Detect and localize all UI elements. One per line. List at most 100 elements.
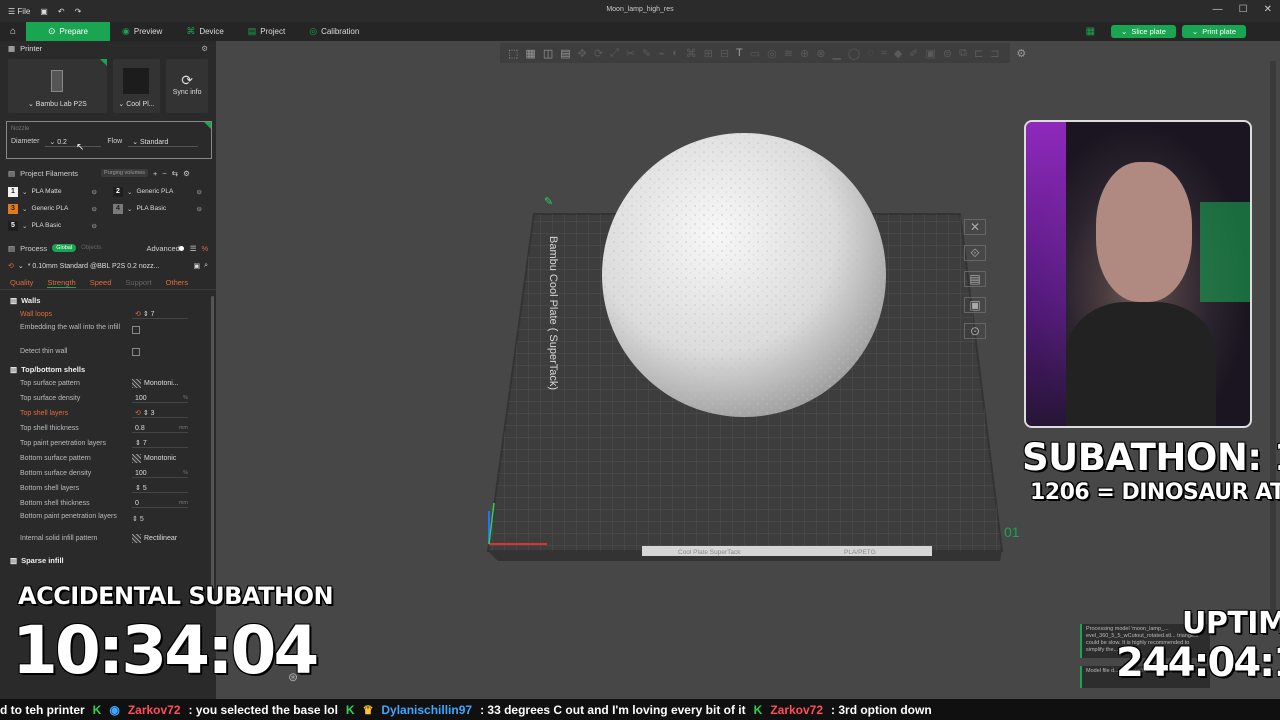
advanced-label: Advanced [146, 243, 180, 253]
shell-row-label: Internal solid infill pattern [20, 535, 98, 542]
detect-thin-wall-row: Detect thin wall [0, 344, 216, 359]
save-preset-icon[interactable]: ▣ [193, 262, 200, 270]
uptime-value: 244:04:18 [1116, 640, 1280, 686]
shell-input[interactable]: ⇕ 5 [132, 515, 144, 523]
print-plate-label: Print plate [1202, 27, 1236, 36]
tab-strength[interactable]: Strength [47, 278, 76, 288]
shell-input[interactable]: 0 mm [132, 500, 188, 508]
printer-selector[interactable]: ⌄ Bambu Lab P2S [8, 59, 107, 113]
project-icon: ▤ [247, 26, 257, 36]
slice-plate-button[interactable]: ⌄ Slice plate [1111, 25, 1176, 38]
pattern-select[interactable]: Rectilinear [132, 534, 177, 543]
tab-calibration[interactable]: ◎ Calibration [297, 22, 371, 41]
pattern-select[interactable]: Monotonic [132, 454, 176, 463]
filament-name: PLA Matte [31, 188, 62, 195]
compare-icon[interactable]: % [202, 244, 209, 253]
filament-number: 5 [8, 220, 18, 231]
filament-item-3[interactable]: 3 ⌄ Generic PLA ⊖ [8, 202, 113, 215]
filaments-header: ▤ Project Filaments Purging volumes + − … [0, 159, 216, 181]
flow-select[interactable]: ⌄ Standard [128, 138, 199, 147]
tab-quality[interactable]: Quality [10, 278, 33, 287]
objects-toggle[interactable]: Objects [81, 245, 101, 251]
file-menu-label: File [17, 6, 31, 16]
filaments-label: Project Filaments [20, 168, 79, 178]
pattern-select[interactable]: Monotoni... [132, 379, 179, 388]
shell-input[interactable]: 0.8 mm [132, 425, 188, 433]
purging-volumes-button[interactable]: Purging volumes [101, 169, 148, 177]
subathon-goal: 1206 = DINOSAUR AT DH [1030, 480, 1280, 505]
sync-info-button[interactable]: ⟳ Sync info [166, 59, 208, 113]
emote-icon: K [92, 702, 102, 717]
maximize-button[interactable]: ☐ [1239, 4, 1248, 15]
process-preset-select[interactable]: ⟲ ⌄ * 0.10mm Standard @BBL P2S 0.2 nozz.… [0, 256, 216, 276]
delete-plate-icon[interactable]: ✕ [964, 219, 986, 235]
plate-settings-icon[interactable]: ⊙ [964, 323, 986, 339]
remove-icon[interactable]: ⊖ [91, 205, 96, 213]
global-toggle[interactable]: Global [52, 244, 77, 252]
layout-icon[interactable]: ▦ [1086, 26, 1095, 37]
remove-filament-icon[interactable]: − [162, 169, 166, 178]
sparse-icon: ▥ [10, 556, 18, 565]
filament-item-5[interactable]: 5 ⌄ PLA Basic ⊖ [8, 219, 113, 232]
viewport-scrollbar[interactable] [1270, 61, 1276, 621]
plate-number: 01 [1004, 524, 1020, 540]
save-icon[interactable]: ▣ [40, 7, 48, 16]
tab-others[interactable]: Others [166, 278, 189, 287]
tab-support[interactable]: Support [125, 278, 151, 287]
tab-device[interactable]: ⌘ Device [174, 22, 235, 41]
filament-settings-icon[interactable]: ⚙ [183, 169, 190, 178]
chevron-down-icon: ⌄ [22, 222, 28, 230]
print-plate-button[interactable]: ⌄ Print plate [1181, 25, 1246, 38]
file-menu[interactable]: ☰ File [8, 7, 30, 16]
wall-loops-input[interactable]: ⟲ ⇕ 7 [132, 310, 188, 319]
tab-prepare[interactable]: ⊙ Prepare [26, 22, 111, 41]
filament-item-1[interactable]: 1 ⌄ PLA Matte ⊖ [8, 185, 113, 198]
remove-icon[interactable]: ⊖ [91, 222, 96, 230]
process-label: Process [20, 243, 48, 253]
filament-item-2[interactable]: 2 ⌄ Generic PLA ⊖ [113, 185, 216, 198]
remove-icon[interactable]: ⊖ [196, 205, 201, 213]
shell-input[interactable]: 100% [132, 395, 188, 403]
moon-model[interactable] [602, 133, 886, 417]
shell-input[interactable]: ⇕ 5 [132, 484, 188, 493]
ticker-message: d to teh printer [0, 702, 85, 717]
shell-row: Top paint penetration layers ⇕ 7 [0, 436, 216, 451]
shell-input[interactable]: ⇕ 7 [132, 439, 188, 448]
arrange-plate-icon[interactable]: ▤ [964, 271, 986, 287]
remove-icon[interactable]: ⊖ [91, 188, 96, 196]
minimize-button[interactable]: — [1213, 4, 1223, 15]
home-icon[interactable]: ⌂ [0, 26, 26, 37]
pattern-icon [132, 379, 141, 388]
tab-speed[interactable]: Speed [90, 278, 112, 287]
panel-scrollbar[interactable] [211, 296, 214, 596]
filament-list: 1 ⌄ PLA Matte ⊖ 2 ⌄ Generic PLA ⊖ 3 ⌄ Generic PL… [0, 181, 216, 236]
undo-icon[interactable]: ↶ [58, 7, 65, 16]
detect-thin-wall-checkbox[interactable] [132, 347, 140, 356]
list-icon[interactable]: ☰ [190, 244, 197, 253]
filament-icon: ▤ [8, 168, 16, 178]
shell-row-label: Top paint penetration layers [20, 440, 106, 447]
orient-plate-icon[interactable]: ⟐ [964, 245, 986, 261]
filament-item-4[interactable]: 4 ⌄ PLA Basic ⊖ [113, 202, 216, 215]
diameter-select[interactable]: ⌄ 0.2 [45, 138, 102, 147]
plate-image [123, 68, 150, 94]
device-icon: ⌘ [186, 26, 196, 36]
embed-wall-checkbox[interactable] [132, 326, 140, 334]
shell-input[interactable]: ⟲ ⇕ 3 [132, 409, 188, 418]
shell-input[interactable]: 100% [132, 470, 188, 478]
printer-name: ⌄ Bambu Lab P2S [27, 101, 87, 108]
close-button[interactable]: ✕ [1264, 4, 1272, 15]
redo-icon[interactable]: ↷ [75, 7, 82, 16]
gear-icon[interactable]: ⚙ [201, 44, 208, 53]
plate-selector[interactable]: ⌄ Cool Pl... [112, 59, 161, 113]
tab-project[interactable]: ▤ Project [236, 22, 297, 41]
walls-title: Walls [21, 296, 41, 305]
search-icon[interactable]: ⌕ [204, 262, 208, 270]
tab-prepare-label: Prepare [59, 27, 89, 36]
lock-plate-icon[interactable]: ▣ [964, 297, 986, 313]
add-filament-icon[interactable]: + [153, 169, 157, 178]
edit-icon[interactable]: ✎ [544, 195, 553, 208]
tab-preview[interactable]: ◉ Preview [110, 22, 174, 41]
sync-filament-icon[interactable]: ⇆ [172, 169, 178, 178]
remove-icon[interactable]: ⊖ [196, 188, 201, 196]
